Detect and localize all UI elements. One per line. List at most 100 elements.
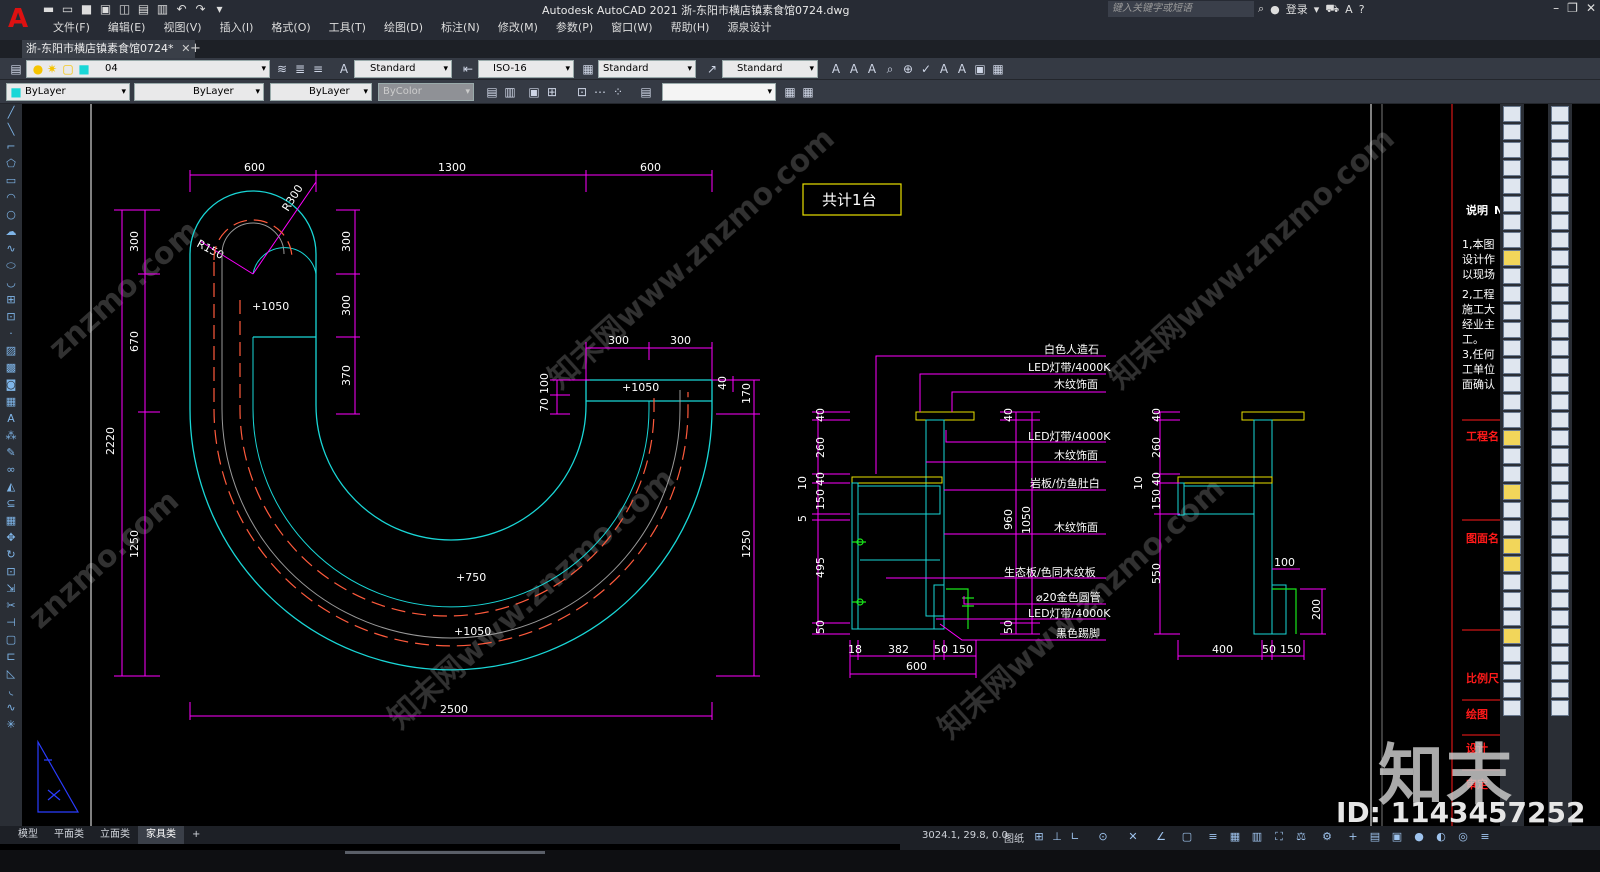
trim-icon[interactable]: ✂ bbox=[0, 597, 22, 614]
construction-line-icon[interactable]: ╲ bbox=[0, 121, 22, 138]
dim-update-icon[interactable] bbox=[1503, 448, 1521, 464]
spline-icon[interactable]: ∿ bbox=[0, 240, 22, 257]
pencil-icon[interactable]: ✎ bbox=[0, 444, 22, 461]
extend-icon[interactable]: ⊣ bbox=[0, 614, 22, 631]
menu-dimension[interactable]: 标注(N) bbox=[432, 20, 489, 36]
yq-tool-31-icon[interactable] bbox=[1551, 646, 1569, 662]
yq-tool-34-icon[interactable] bbox=[1551, 700, 1569, 716]
quick-select-icon[interactable]: ▤ bbox=[638, 84, 654, 100]
ortho-mode-icon[interactable]: ∟ bbox=[1068, 830, 1082, 844]
lineweight-icon[interactable]: ≡ bbox=[1206, 830, 1220, 844]
move-icon[interactable]: ✥ bbox=[0, 529, 22, 546]
dim-text-edit-icon[interactable] bbox=[1503, 430, 1521, 446]
text-icon[interactable]: A bbox=[828, 61, 844, 77]
yq-tool-17-icon[interactable] bbox=[1551, 394, 1569, 410]
break-icon[interactable]: ▢ bbox=[0, 631, 22, 648]
yq-tool-29-icon[interactable] bbox=[1551, 610, 1569, 626]
dim-ordinate-icon[interactable] bbox=[1503, 160, 1521, 176]
block-panel-icon[interactable] bbox=[1503, 628, 1521, 644]
snap-grid-icon[interactable]: ⊞ bbox=[1032, 830, 1046, 844]
annotation-scale-icon[interactable]: ⚖ bbox=[1294, 830, 1308, 844]
yq-tool-18-icon[interactable] bbox=[1551, 412, 1569, 428]
yq-tool-24-icon[interactable] bbox=[1551, 520, 1569, 536]
osnap-track-icon[interactable]: ∠ bbox=[1154, 830, 1168, 844]
new-tab-icon[interactable]: + bbox=[190, 40, 201, 58]
quick-dim-icon[interactable] bbox=[1503, 250, 1521, 266]
mleader-collect-icon[interactable] bbox=[1503, 556, 1521, 572]
text-edit-icon[interactable]: A bbox=[846, 61, 862, 77]
menu-edit[interactable]: 编辑(E) bbox=[99, 20, 155, 36]
close-icon[interactable]: ✕ bbox=[1586, 1, 1596, 15]
tolerance-icon[interactable] bbox=[1503, 340, 1521, 356]
text-scale-icon[interactable]: A bbox=[864, 61, 880, 77]
text-frame-icon[interactable]: ▣ bbox=[972, 61, 988, 77]
restore-icon[interactable]: ❐ bbox=[1567, 1, 1578, 15]
layer-properties-icon[interactable]: ▤ bbox=[8, 61, 24, 77]
offset-icon[interactable]: ⊆ bbox=[0, 495, 22, 512]
yq-tool-33-icon[interactable] bbox=[1551, 682, 1569, 698]
sun-icon[interactable]: ✷ bbox=[44, 61, 60, 77]
ellipse-arc-icon[interactable]: ◡ bbox=[0, 274, 22, 291]
ellipse-icon[interactable]: ⬭ bbox=[0, 257, 22, 274]
rectangle-icon[interactable]: ▭ bbox=[0, 172, 22, 189]
center-mark-icon[interactable] bbox=[1503, 358, 1521, 374]
quick-props-icon[interactable]: ▤ bbox=[1368, 830, 1382, 844]
tab-elevation[interactable]: 立面类 bbox=[92, 826, 138, 844]
autodesk-account-icon[interactable]: A bbox=[1345, 3, 1353, 16]
mleader-remove-icon[interactable] bbox=[1503, 520, 1521, 536]
yq-tool-16-icon[interactable] bbox=[1551, 376, 1569, 392]
revcloud-panel-icon[interactable] bbox=[1503, 574, 1521, 590]
yq-tool-28-icon[interactable] bbox=[1551, 592, 1569, 608]
group-icon[interactable]: ⊡ bbox=[574, 84, 590, 100]
yq-tool-6-icon[interactable] bbox=[1551, 196, 1569, 212]
text-style-select[interactable]: Standard bbox=[354, 60, 452, 78]
minimize-icon[interactable]: – bbox=[1553, 1, 1559, 15]
attribute-icon[interactable] bbox=[1503, 646, 1521, 662]
join-icon[interactable]: ⊏ bbox=[0, 648, 22, 665]
array-icon[interactable]: ▦ bbox=[0, 512, 22, 529]
dim-diameter-icon[interactable] bbox=[1503, 214, 1521, 230]
units-icon[interactable]: ▣ bbox=[1390, 830, 1404, 844]
wipeout-icon[interactable] bbox=[1503, 592, 1521, 608]
command-input[interactable] bbox=[662, 83, 776, 101]
yq-tool-27-icon[interactable] bbox=[1551, 574, 1569, 590]
dim-space-icon[interactable] bbox=[1503, 304, 1521, 320]
yq-tool-32-icon[interactable] bbox=[1551, 664, 1569, 680]
lock-icon[interactable]: ▢ bbox=[60, 61, 76, 77]
ungroup-icon[interactable]: ⋯ bbox=[592, 84, 608, 100]
ortho-icon[interactable]: ⊥ bbox=[1050, 830, 1064, 844]
mleader-style-select[interactable]: Standard bbox=[722, 60, 818, 78]
group-edit-icon[interactable]: ⁘ bbox=[610, 84, 626, 100]
isolate-icon[interactable]: ● bbox=[1412, 830, 1426, 844]
dim-break-icon[interactable] bbox=[1503, 322, 1521, 338]
mleader-style-icon[interactable]: ↗ bbox=[704, 61, 720, 77]
menu-tools[interactable]: 工具(T) bbox=[320, 20, 375, 36]
grid-icon[interactable]: ▦ bbox=[782, 84, 798, 100]
match-prop-icon[interactable]: ▥ bbox=[502, 84, 518, 100]
circle-icon[interactable]: ○ bbox=[0, 206, 22, 223]
horizontal-scrollbar[interactable] bbox=[0, 850, 1600, 872]
tab-model[interactable]: 模型 bbox=[10, 826, 46, 844]
dim-arc-icon[interactable] bbox=[1503, 142, 1521, 158]
yq-tool-10-icon[interactable] bbox=[1551, 268, 1569, 284]
gradient-icon[interactable]: ▩ bbox=[0, 359, 22, 376]
rotate-icon[interactable]: ↻ bbox=[0, 546, 22, 563]
yq-tool-19-icon[interactable] bbox=[1551, 430, 1569, 446]
make-block-icon[interactable]: ⊡ bbox=[0, 308, 22, 325]
dim-style-select[interactable]: ISO-16 bbox=[478, 60, 574, 78]
yq-tool-5-icon[interactable] bbox=[1551, 178, 1569, 194]
polygon-icon[interactable]: ⬠ bbox=[0, 155, 22, 172]
add-selected-icon[interactable]: ⁂ bbox=[0, 427, 22, 444]
undo-icon[interactable]: ↶ bbox=[173, 2, 190, 16]
dim-style-panel-icon[interactable] bbox=[1503, 466, 1521, 482]
text-style-icon[interactable]: A bbox=[336, 61, 352, 77]
customize-icon[interactable]: ≡ bbox=[1478, 830, 1492, 844]
osnap-icon[interactable]: ▢ bbox=[1180, 830, 1194, 844]
polar-icon[interactable]: ⊙ bbox=[1096, 830, 1110, 844]
yq-tool-15-icon[interactable] bbox=[1551, 358, 1569, 374]
web-icon[interactable]: ◫ bbox=[116, 2, 133, 16]
mleader-add-icon[interactable] bbox=[1503, 502, 1521, 518]
yq-tool-30-icon[interactable] bbox=[1551, 628, 1569, 644]
dim-radius-icon[interactable] bbox=[1503, 178, 1521, 194]
point-icon[interactable]: · bbox=[0, 325, 22, 342]
